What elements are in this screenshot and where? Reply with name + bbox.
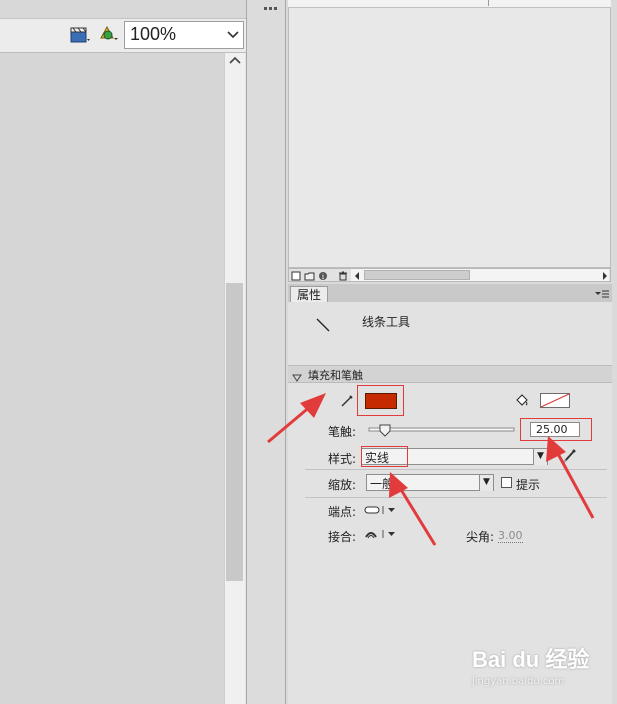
baidu-jingyan-watermark: Bai du 经验 jingyan.baidu.com — [472, 642, 612, 694]
watermark-brand: Bai du 经验 — [472, 647, 590, 672]
watermark-url: jingyan.baidu.com — [472, 676, 565, 687]
annotation-arrows — [267, 393, 595, 546]
